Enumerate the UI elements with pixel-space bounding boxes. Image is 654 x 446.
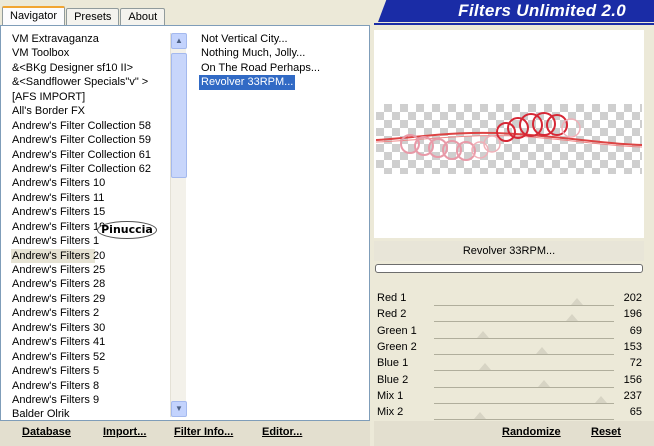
category-item[interactable]: Andrew's Filter Collection 61 xyxy=(11,148,169,162)
category-item[interactable]: Andrew's Filter Collection 59 xyxy=(11,133,169,147)
slider-label: Blue 2 xyxy=(377,373,409,386)
watermark-stamp: Pinuccia xyxy=(97,221,157,239)
slider-thumb[interactable] xyxy=(478,363,491,371)
category-item[interactable]: Andrew's Filters 52 xyxy=(11,350,169,364)
slider-value: 69 xyxy=(629,324,642,337)
scroll-thumb[interactable] xyxy=(171,53,187,178)
filter-row: Not Vertical City... xyxy=(199,32,369,46)
slider-track[interactable] xyxy=(434,419,614,421)
slider-row: Mix 1 237 xyxy=(374,388,644,405)
slider-row: Blue 2 156 xyxy=(374,372,644,389)
tab-navigator[interactable]: Navigator xyxy=(2,6,66,27)
slider-row: Red 2 196 xyxy=(374,306,644,323)
slider-value: 202 xyxy=(623,292,642,304)
category-item[interactable]: Andrew's Filters 5 xyxy=(11,364,169,378)
filter-item[interactable]: On The Road Perhaps... xyxy=(199,61,322,75)
footer-divider xyxy=(370,421,374,446)
slider-value: 196 xyxy=(623,308,642,321)
import-button[interactable]: Import... xyxy=(103,426,146,438)
category-item[interactable]: Andrew's Filters 8 xyxy=(11,379,169,393)
scroll-up-icon[interactable]: ▲ xyxy=(171,33,187,49)
slider-value: 153 xyxy=(623,340,642,353)
category-item[interactable]: VM Toolbox xyxy=(11,46,169,60)
filter-item[interactable]: Not Vertical City... xyxy=(199,32,290,46)
preview-frame xyxy=(374,30,644,238)
slider-value: 156 xyxy=(623,373,642,386)
category-item[interactable]: Andrew's Filters 29 xyxy=(11,292,169,306)
slider-label: Green 2 xyxy=(377,340,417,353)
slider-label: Blue 1 xyxy=(377,357,409,370)
category-item[interactable]: Andrew's Filter Collection 58 xyxy=(11,119,169,133)
category-item[interactable]: Andrew's Filters 2 xyxy=(11,306,169,320)
slider-row: Mix 2 65 xyxy=(374,404,644,421)
filter-row: On The Road Perhaps... xyxy=(199,61,369,75)
category-item[interactable]: &<BKg Designer sf10 II> xyxy=(11,61,169,75)
category-item[interactable]: Andrew's Filters 10 xyxy=(11,176,169,190)
footer-bar: Database Import... Filter Info... Editor… xyxy=(0,421,654,446)
filter-item[interactable]: Revolver 33RPM... xyxy=(199,75,296,90)
filter-row: Revolver 33RPM... xyxy=(199,75,369,90)
filter-row: Nothing Much, Jolly... xyxy=(199,46,369,60)
category-item[interactable]: Andrew's Filters 25 xyxy=(11,263,169,277)
category-item[interactable]: Balder Olrik xyxy=(11,407,169,421)
tab-bar: Navigator Presets About xyxy=(2,6,166,27)
category-item[interactable]: Andrew's Filters 15 xyxy=(11,205,169,219)
progress-bar xyxy=(375,264,643,273)
slider-thumb[interactable] xyxy=(538,379,551,387)
slider-row: Green 1 69 xyxy=(374,323,644,340)
editor-button[interactable]: Editor... xyxy=(262,426,302,438)
database-button[interactable]: Database xyxy=(22,426,71,438)
scroll-down-icon[interactable]: ▼ xyxy=(171,401,187,417)
category-item[interactable]: Andrew's Filters 9 xyxy=(11,393,169,407)
category-item[interactable]: Andrew's Filters 30 xyxy=(11,321,169,335)
category-item[interactable]: VM Extravaganza xyxy=(11,32,169,46)
category-item[interactable]: &<Sandflower Specials"v" > xyxy=(11,75,169,89)
slider-thumb[interactable] xyxy=(566,314,579,322)
filter-info-button[interactable]: Filter Info... xyxy=(174,426,233,438)
revolver-effect-graphic xyxy=(375,112,643,161)
category-scrollbar[interactable]: ▲ ▼ xyxy=(170,33,187,417)
category-item[interactable]: Andrew's Filters 20 xyxy=(11,248,105,263)
slider-thumb[interactable] xyxy=(473,412,486,420)
parameter-sliders: Red 1 202 Red 2 196 Green 1 69 Green 2 153 Blue … xyxy=(374,285,644,421)
app-title-banner: Filters Unlimited 2.0 xyxy=(378,0,654,22)
slider-row: Blue 1 72 xyxy=(374,355,644,372)
slider-label: Red 1 xyxy=(377,292,407,304)
category-item[interactable]: Andrew's Filters 11 xyxy=(11,191,169,205)
category-item[interactable]: Andrew's Filters 41 xyxy=(11,335,169,349)
navigator-panel: VM Extravaganza VM Toolbox &<BKg Designer … xyxy=(0,25,370,421)
slider-label: Mix 1 xyxy=(377,389,404,402)
slider-value: 65 xyxy=(629,406,642,419)
filter-item[interactable]: Nothing Much, Jolly... xyxy=(199,46,307,60)
category-item[interactable]: Andrew's Filters 28 xyxy=(11,277,169,291)
slider-label: Mix 2 xyxy=(377,406,404,419)
effect-name-label: Revolver 33RPM... xyxy=(374,241,644,261)
slider-thumb[interactable] xyxy=(476,330,489,338)
reset-button[interactable]: Reset xyxy=(591,426,621,438)
banner-divider xyxy=(374,23,654,25)
filter-list[interactable]: Not Vertical City... Nothing Much, Jolly.… xyxy=(199,32,369,90)
randomize-button[interactable]: Randomize xyxy=(502,426,561,438)
category-item[interactable]: All's Border FX xyxy=(11,104,169,118)
slider-thumb[interactable] xyxy=(536,346,548,354)
slider-row: Red 1 202 xyxy=(374,290,644,307)
slider-row: Green 2 153 xyxy=(374,339,644,356)
slider-label: Green 1 xyxy=(377,324,417,337)
category-item[interactable]: [AFS IMPORT] xyxy=(11,90,169,104)
slider-value: 237 xyxy=(623,389,642,402)
preview-image xyxy=(375,104,643,174)
category-item[interactable]: Andrew's Filter Collection 62 xyxy=(11,162,169,176)
slider-label: Red 2 xyxy=(377,308,407,321)
slider-value: 72 xyxy=(629,357,642,370)
slider-thumb[interactable] xyxy=(570,298,583,305)
